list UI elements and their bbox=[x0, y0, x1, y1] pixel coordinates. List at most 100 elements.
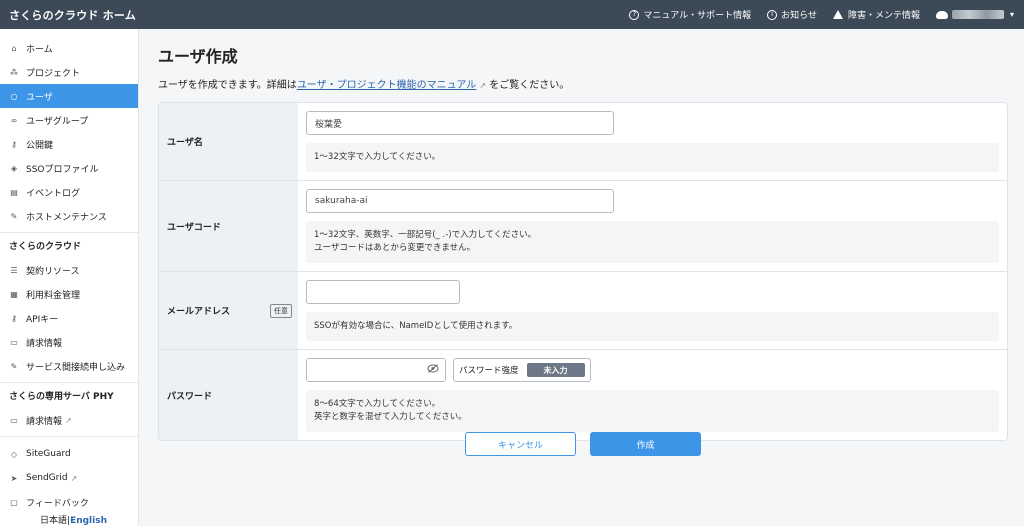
page-description: ユーザを作成できます。詳細はユーザ・プロジェクト機能のマニュアル ↗ をご覧くださ… bbox=[158, 76, 1008, 91]
manual-support-label: マニュアル・サポート情報 bbox=[643, 11, 752, 21]
sidebar-item-phy-invoice[interactable]: ▭ 請求情報 ↗ bbox=[0, 408, 138, 432]
usercode-label-cell: ユーザコード bbox=[159, 181, 298, 271]
usercode-field-cell: sakuraha-ai 1〜32文字、英数字、一部記号(_ .-)で入力してくだ… bbox=[298, 181, 1007, 271]
manual-link[interactable]: ユーザ・プロジェクト機能のマニュアル bbox=[297, 80, 477, 91]
brand-home-link[interactable]: さくらのクラウド ホーム bbox=[9, 7, 136, 23]
password-field-cell: パスワード強度 未入力 8〜64文字で入力してください。 英字と数字を混ぜて入力… bbox=[298, 350, 1007, 440]
help-icon: ? bbox=[629, 9, 640, 20]
main-content: ユーザ作成 ユーザを作成できます。詳細はユーザ・プロジェクト機能のマニュアル ↗ … bbox=[158, 29, 1008, 456]
sidebar-item-label: サービス間接続申し込み bbox=[26, 362, 126, 373]
cloud-icon bbox=[935, 10, 948, 19]
shield-icon: ◈ bbox=[10, 163, 18, 173]
lang-ja-link[interactable]: 日本語 bbox=[40, 516, 67, 526]
sidebar-item-sendgrid[interactable]: ➤ SendGrid ↗ bbox=[0, 466, 138, 490]
home-icon: ⌂ bbox=[11, 43, 17, 53]
wrench-icon: ✎ bbox=[10, 211, 18, 221]
user-group-icon: ∞ bbox=[10, 115, 18, 125]
password-strength-indicator: パスワード強度 未入力 bbox=[453, 358, 591, 382]
email-hint: SSOが有効な場合に、NameIDとして使用されます。 bbox=[306, 312, 999, 341]
sidebar-item-label: ホーム bbox=[26, 44, 53, 55]
api-key-icon: ⚷ bbox=[11, 313, 17, 323]
password-label: パスワード bbox=[167, 391, 213, 402]
username-input[interactable]: 桜葉愛 bbox=[306, 111, 614, 135]
sidebar: ⌂ ホーム ⁂ プロジェクト ○ ユーザ ∞ ユーザグループ ⚷ 公開鍵 ◈ S… bbox=[0, 29, 139, 526]
maintenance-label: 障害・メンテ情報 bbox=[847, 11, 920, 21]
key-icon: ⚷ bbox=[11, 139, 17, 149]
password-line: パスワード強度 未入力 bbox=[306, 358, 999, 382]
info-icon: i bbox=[767, 9, 778, 20]
sidebar-item-label: 利用料金管理 bbox=[26, 290, 81, 301]
sidebar-item-label: プロジェクト bbox=[26, 68, 81, 79]
sidebar-item-home[interactable]: ⌂ ホーム bbox=[0, 36, 138, 60]
usercode-hint: 1〜32文字、英数字、一部記号(_ .-)で入力してください。 ユーザコードはあ… bbox=[306, 221, 999, 263]
sidebar-item-label: 請求情報 bbox=[26, 338, 63, 349]
top-right-links: ? マニュアル・サポート情報 i お知らせ 障害・メンテ情報 ▾ bbox=[629, 0, 1024, 29]
form-actions: キャンセル 作成 bbox=[465, 432, 701, 456]
username-label-cell: ユーザ名 bbox=[159, 103, 298, 180]
password-input[interactable] bbox=[306, 358, 446, 382]
list-icon: ☰ bbox=[10, 265, 18, 275]
external-link-icon: ↗ bbox=[479, 81, 487, 90]
send-icon: ➤ bbox=[10, 473, 18, 483]
create-button[interactable]: 作成 bbox=[590, 432, 701, 456]
form-row-password: パスワード パスワード強度 未入力 8〜64文字で入力してください。 英字と数字… bbox=[159, 350, 1007, 440]
sidebar-item-label: ユーザグループ bbox=[26, 116, 89, 127]
manual-support-link[interactable]: ? マニュアル・サポート情報 bbox=[629, 8, 751, 21]
sidebar-item-contract-resources[interactable]: ☰ 契約リソース bbox=[0, 258, 138, 282]
sidebar-item-label: フィードバック bbox=[26, 498, 89, 509]
sidebar-item-feedback[interactable]: ▢ フィードバック bbox=[0, 490, 138, 514]
sidebar-item-host-maintenance[interactable]: ✎ ホストメンテナンス bbox=[0, 204, 138, 228]
desc-suffix: をご覧ください。 bbox=[489, 80, 570, 91]
usercode-input[interactable]: sakuraha-ai bbox=[306, 189, 614, 213]
email-label: メールアドレス bbox=[167, 307, 231, 317]
sidebar-item-label: SSOプロファイル bbox=[26, 164, 99, 175]
user-create-form: ユーザ名 桜葉愛 1〜32文字で入力してください。 ユーザコード sakurah… bbox=[158, 102, 1008, 441]
sidebar-item-event-log[interactable]: ▤ イベントログ bbox=[0, 180, 138, 204]
connect-icon: ✎ bbox=[10, 361, 18, 371]
email-field-cell: SSOが有効な場合に、NameIDとして使用されます。 bbox=[298, 272, 1007, 349]
language-switcher: 日本語|English bbox=[40, 513, 107, 526]
sidebar-item-api-key[interactable]: ⚷ APIキー bbox=[0, 306, 138, 330]
account-menu[interactable]: ▾ bbox=[935, 10, 1014, 19]
news-link[interactable]: i お知らせ bbox=[767, 8, 817, 21]
invoice-icon: ▭ bbox=[10, 337, 18, 347]
billing-icon: ▦ bbox=[10, 289, 18, 299]
eye-off-icon[interactable] bbox=[427, 364, 439, 376]
feedback-icon: ▢ bbox=[10, 497, 18, 507]
sidebar-item-invoice[interactable]: ▭ 請求情報 bbox=[0, 330, 138, 354]
password-hint-line2: 英字と数字を混ぜて入力してください。 bbox=[314, 412, 467, 422]
sidebar-item-public-key[interactable]: ⚷ 公開鍵 bbox=[0, 132, 138, 156]
siteguard-icon: ◇ bbox=[10, 449, 18, 459]
log-icon: ▤ bbox=[10, 187, 18, 197]
page-title: ユーザ作成 bbox=[158, 47, 238, 66]
sidebar-section-phy: さくらの専用サーバ PHY bbox=[0, 382, 138, 408]
email-input[interactable] bbox=[306, 280, 460, 304]
warning-icon bbox=[832, 10, 843, 19]
sidebar-item-service-connect[interactable]: ✎ サービス間接続申し込み bbox=[0, 354, 138, 378]
top-bar: さくらのクラウド ホーム ? マニュアル・サポート情報 i お知らせ 障害・メン… bbox=[0, 0, 1024, 29]
password-strength-label: パスワード強度 bbox=[459, 366, 519, 376]
username-hint: 1〜32文字で入力してください。 bbox=[306, 143, 999, 172]
sidebar-item-user-group[interactable]: ∞ ユーザグループ bbox=[0, 108, 138, 132]
account-name-redacted bbox=[951, 10, 1004, 19]
password-hint: 8〜64文字で入力してください。 英字と数字を混ぜて入力してください。 bbox=[306, 390, 999, 432]
password-hint-line1: 8〜64文字で入力してください。 bbox=[314, 399, 441, 409]
sidebar-item-label: SiteGuard bbox=[26, 449, 71, 459]
usercode-hint-line1: 1〜32文字、英数字、一部記号(_ .-)で入力してください。 bbox=[314, 230, 537, 240]
sidebar-item-siteguard[interactable]: ◇ SiteGuard bbox=[0, 442, 138, 466]
invoice-icon: ▭ bbox=[10, 415, 18, 425]
external-link-icon: ↗ bbox=[65, 415, 72, 425]
sidebar-item-user[interactable]: ○ ユーザ bbox=[0, 84, 138, 108]
username-label: ユーザ名 bbox=[167, 138, 203, 148]
cancel-button[interactable]: キャンセル bbox=[465, 432, 576, 456]
sidebar-item-billing[interactable]: ▦ 利用料金管理 bbox=[0, 282, 138, 306]
sidebar-item-sso-profile[interactable]: ◈ SSOプロファイル bbox=[0, 156, 138, 180]
project-icon: ⁂ bbox=[10, 67, 18, 77]
maintenance-link[interactable]: 障害・メンテ情報 bbox=[832, 8, 920, 21]
form-row-username: ユーザ名 桜葉愛 1〜32文字で入力してください。 bbox=[159, 103, 1007, 181]
external-link-icon: ↗ bbox=[70, 473, 78, 483]
sidebar-item-label: イベントログ bbox=[26, 188, 81, 199]
chevron-down-icon: ▾ bbox=[1009, 10, 1014, 19]
lang-en-link[interactable]: English bbox=[70, 516, 107, 526]
sidebar-item-project[interactable]: ⁂ プロジェクト bbox=[0, 60, 138, 84]
